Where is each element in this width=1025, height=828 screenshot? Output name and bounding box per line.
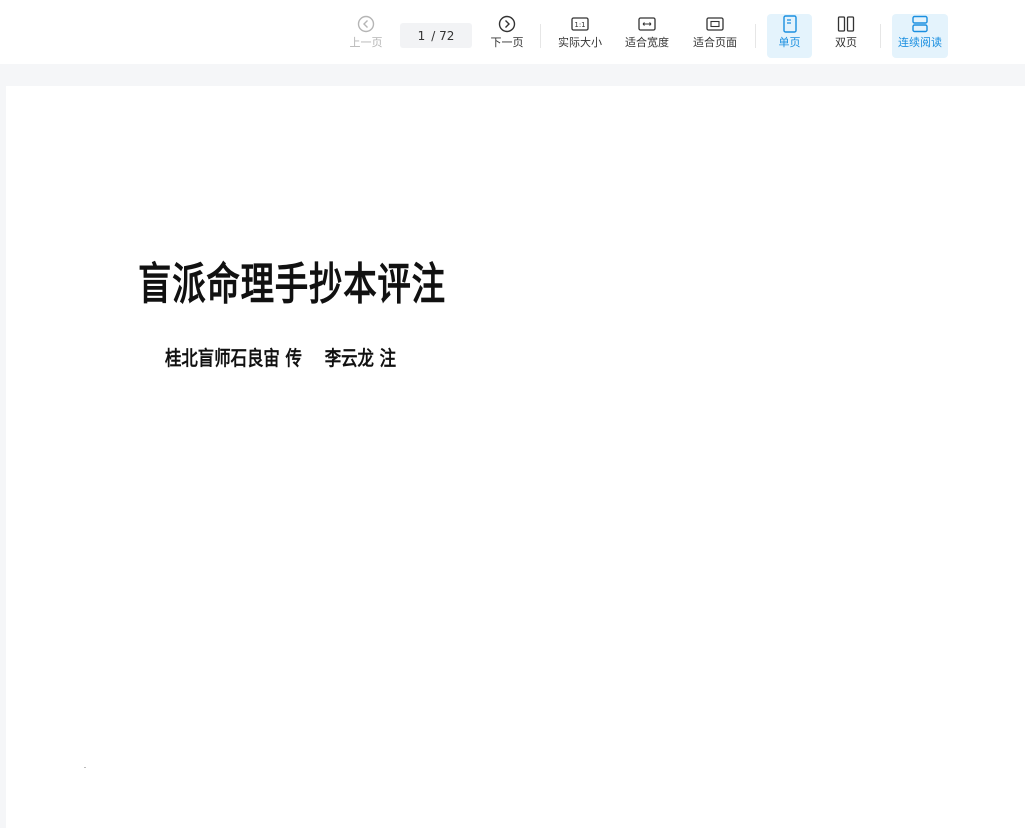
prev-page-label: 上一页	[349, 36, 383, 49]
actual-size-icon: 1:1	[570, 14, 590, 34]
chevron-right-circle-icon	[497, 14, 517, 34]
continuous-read-label: 连续阅读	[898, 36, 942, 49]
total-pages: / 72	[431, 28, 455, 43]
single-page-label: 单页	[778, 36, 801, 49]
fit-width-icon	[637, 14, 657, 34]
single-page-icon	[780, 14, 800, 34]
viewer-toolbar: 上一页 1 / 72 下一页 1:1 实际大小 适合宽度 适合页面 单页 双页 …	[0, 0, 1025, 64]
double-page-icon	[836, 14, 856, 34]
single-page-button[interactable]: 单页	[767, 14, 812, 58]
actual-size-button[interactable]: 1:1 实际大小	[555, 14, 605, 58]
scan-speck	[84, 767, 86, 768]
document-title: 盲派命理手抄本评注	[138, 259, 446, 310]
fit-width-button[interactable]: 适合宽度	[622, 14, 672, 58]
document-subtitle: 桂北盲师石良宙 传 李云龙 注	[165, 346, 397, 370]
fit-width-label: 适合宽度	[625, 36, 669, 49]
prev-page-button[interactable]: 上一页	[346, 14, 386, 58]
double-page-button[interactable]: 双页	[825, 14, 867, 58]
next-page-label: 下一页	[490, 36, 524, 49]
toolbar-divider	[880, 24, 881, 48]
actual-size-label: 实际大小	[558, 36, 602, 49]
fit-page-icon	[705, 14, 725, 34]
page-number-input[interactable]: 1 / 72	[400, 23, 472, 48]
chevron-left-circle-icon	[356, 14, 376, 34]
fit-page-button[interactable]: 适合页面	[690, 14, 740, 58]
continuous-read-button[interactable]: 连续阅读	[892, 14, 948, 58]
current-page: 1	[417, 28, 426, 43]
toolbar-divider	[755, 24, 756, 48]
next-page-button[interactable]: 下一页	[487, 14, 527, 58]
actual-size-icon-text: 1:1	[574, 21, 585, 29]
toolbar-divider	[540, 24, 541, 48]
fit-page-label: 适合页面	[693, 36, 737, 49]
double-page-label: 双页	[835, 36, 857, 49]
continuous-read-icon	[910, 14, 930, 34]
document-page	[6, 86, 1025, 828]
